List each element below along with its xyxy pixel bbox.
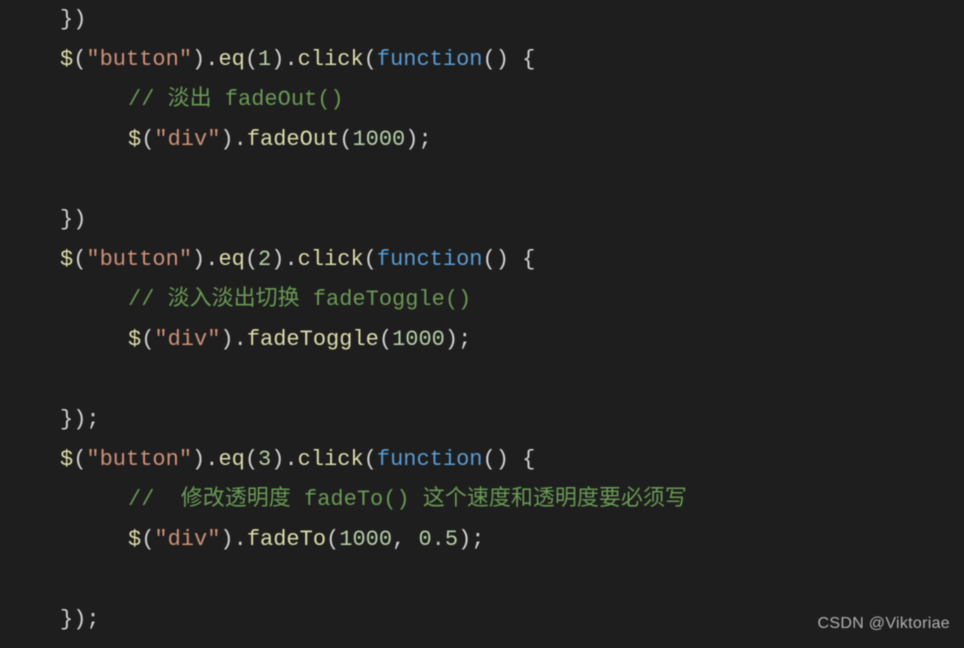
paren: ( [379,327,392,352]
jquery-symbol: $ [60,247,73,272]
number-literal: 0.5 [418,527,458,552]
method-name: fadeOut [247,127,339,152]
paren: ( [245,247,258,272]
number-literal: 1000 [392,327,445,352]
paren: () { [483,47,536,72]
method-name: eq [218,247,244,272]
string-literal: "div" [154,127,220,152]
number-literal: 1000 [352,127,405,152]
paren: ( [326,527,339,552]
method-name: click [298,247,364,272]
paren: ) [220,527,233,552]
paren: ( [364,447,377,472]
number-literal: 2 [258,247,271,272]
dot: . [205,447,218,472]
string-literal: "button" [86,47,192,72]
dot: . [234,327,247,352]
paren: ); [405,127,431,152]
dot: . [205,47,218,72]
paren: ); [458,527,484,552]
code-text: }) [60,207,86,232]
dot: . [284,47,297,72]
paren: ) [220,127,233,152]
number-literal: 3 [258,447,271,472]
paren: ( [73,447,86,472]
number-literal: 1000 [339,527,392,552]
paren: ( [245,447,258,472]
jquery-symbol: $ [60,47,73,72]
paren: ( [73,47,86,72]
jquery-symbol: $ [128,127,141,152]
number-literal: 1 [258,47,271,72]
paren: () { [483,447,536,472]
string-literal: "div" [154,327,220,352]
paren: ( [245,47,258,72]
code-line: $("button").eq(2).click(function() { [60,240,964,280]
method-name: eq [218,47,244,72]
paren: ( [339,127,352,152]
blank-line [60,160,964,200]
comment-text: // 淡入淡出切换 fadeToggle() [128,287,471,312]
code-line: $("div").fadeOut(1000); [60,120,964,160]
dot: . [205,247,218,272]
keyword: function [377,47,483,72]
code-text: }); [60,607,100,632]
paren: () { [483,247,536,272]
string-literal: "div" [154,527,220,552]
paren: ( [141,327,154,352]
method-name: click [298,47,364,72]
jquery-symbol: $ [60,447,73,472]
paren: ( [73,247,86,272]
paren: ) [271,47,284,72]
code-line: $("button").eq(1).click(function() { [60,40,964,80]
paren: ) [192,247,205,272]
code-text: }) [60,7,86,32]
keyword: function [377,447,483,472]
method-name: fadeTo [247,527,326,552]
paren: ( [141,127,154,152]
blank-line [60,360,964,400]
dot: . [234,127,247,152]
paren: ) [271,247,284,272]
keyword: function [377,247,483,272]
paren: ( [141,527,154,552]
paren: ) [192,47,205,72]
code-text: }); [60,407,100,432]
paren: ) [220,327,233,352]
blank-line [60,560,964,600]
paren: ( [364,47,377,72]
code-block: }) $("button").eq(1).click(function() { … [0,0,964,641]
paren: ) [192,447,205,472]
method-name: fadeToggle [247,327,379,352]
comment-text: // 修改透明度 fadeTo() 这个速度和透明度要必须写 [128,487,687,512]
code-line: $("button").eq(3).click(function() { [60,440,964,480]
dot: . [234,527,247,552]
jquery-symbol: $ [128,527,141,552]
watermark-text: CSDN @Viktoriae [818,609,950,638]
string-literal: "button" [86,247,192,272]
comma: , [392,527,418,552]
dot: . [284,247,297,272]
method-name: click [298,447,364,472]
dot: . [284,447,297,472]
code-line: $("div").fadeToggle(1000); [60,320,964,360]
jquery-symbol: $ [128,327,141,352]
paren: ); [445,327,471,352]
paren: ( [364,247,377,272]
comment-text: // 淡出 fadeOut() [128,87,344,112]
string-literal: "button" [86,447,192,472]
code-line: $("div").fadeTo(1000, 0.5); [60,520,964,560]
method-name: eq [218,447,244,472]
paren: ) [271,447,284,472]
